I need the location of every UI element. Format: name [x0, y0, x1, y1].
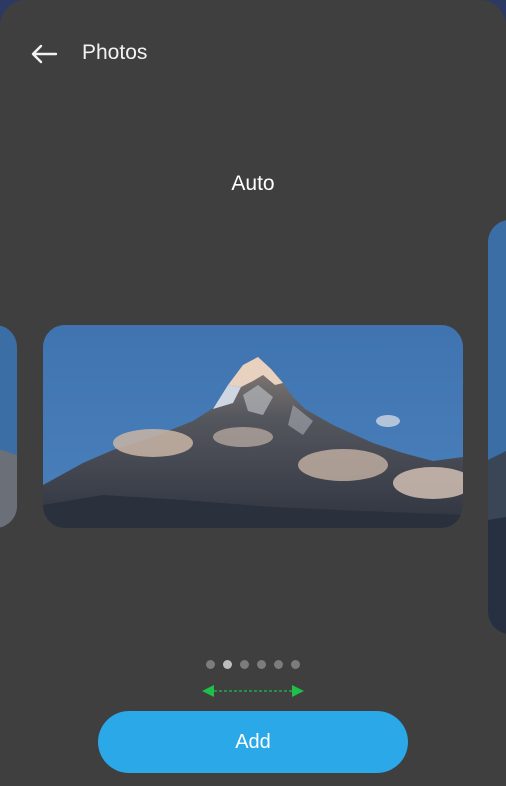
mountain-photo-portrait — [488, 220, 506, 634]
page-dot-active[interactable] — [223, 660, 232, 669]
arrow-left-icon — [31, 44, 58, 64]
carousel-page-indicator — [0, 660, 506, 669]
double-arrow-horizontal-icon — [202, 685, 304, 697]
header: Photos — [0, 28, 506, 80]
page-dot[interactable] — [257, 660, 266, 669]
back-button[interactable] — [20, 32, 68, 76]
photos-sheet: Photos Auto Add — [0, 0, 506, 786]
page-dot[interactable] — [240, 660, 249, 669]
carousel-card-previous[interactable] — [0, 325, 17, 528]
add-button[interactable]: Add — [98, 711, 408, 773]
page-dot[interactable] — [206, 660, 215, 669]
page-title: Photos — [82, 41, 148, 64]
mountain-photo — [43, 325, 463, 528]
carousel-card-current[interactable] — [43, 325, 463, 528]
mountain-photo-thumbnail — [0, 325, 17, 528]
mode-label: Auto — [231, 172, 275, 195]
page-dot[interactable] — [274, 660, 283, 669]
page-dot[interactable] — [291, 660, 300, 669]
carousel-card-next[interactable] — [488, 220, 506, 634]
